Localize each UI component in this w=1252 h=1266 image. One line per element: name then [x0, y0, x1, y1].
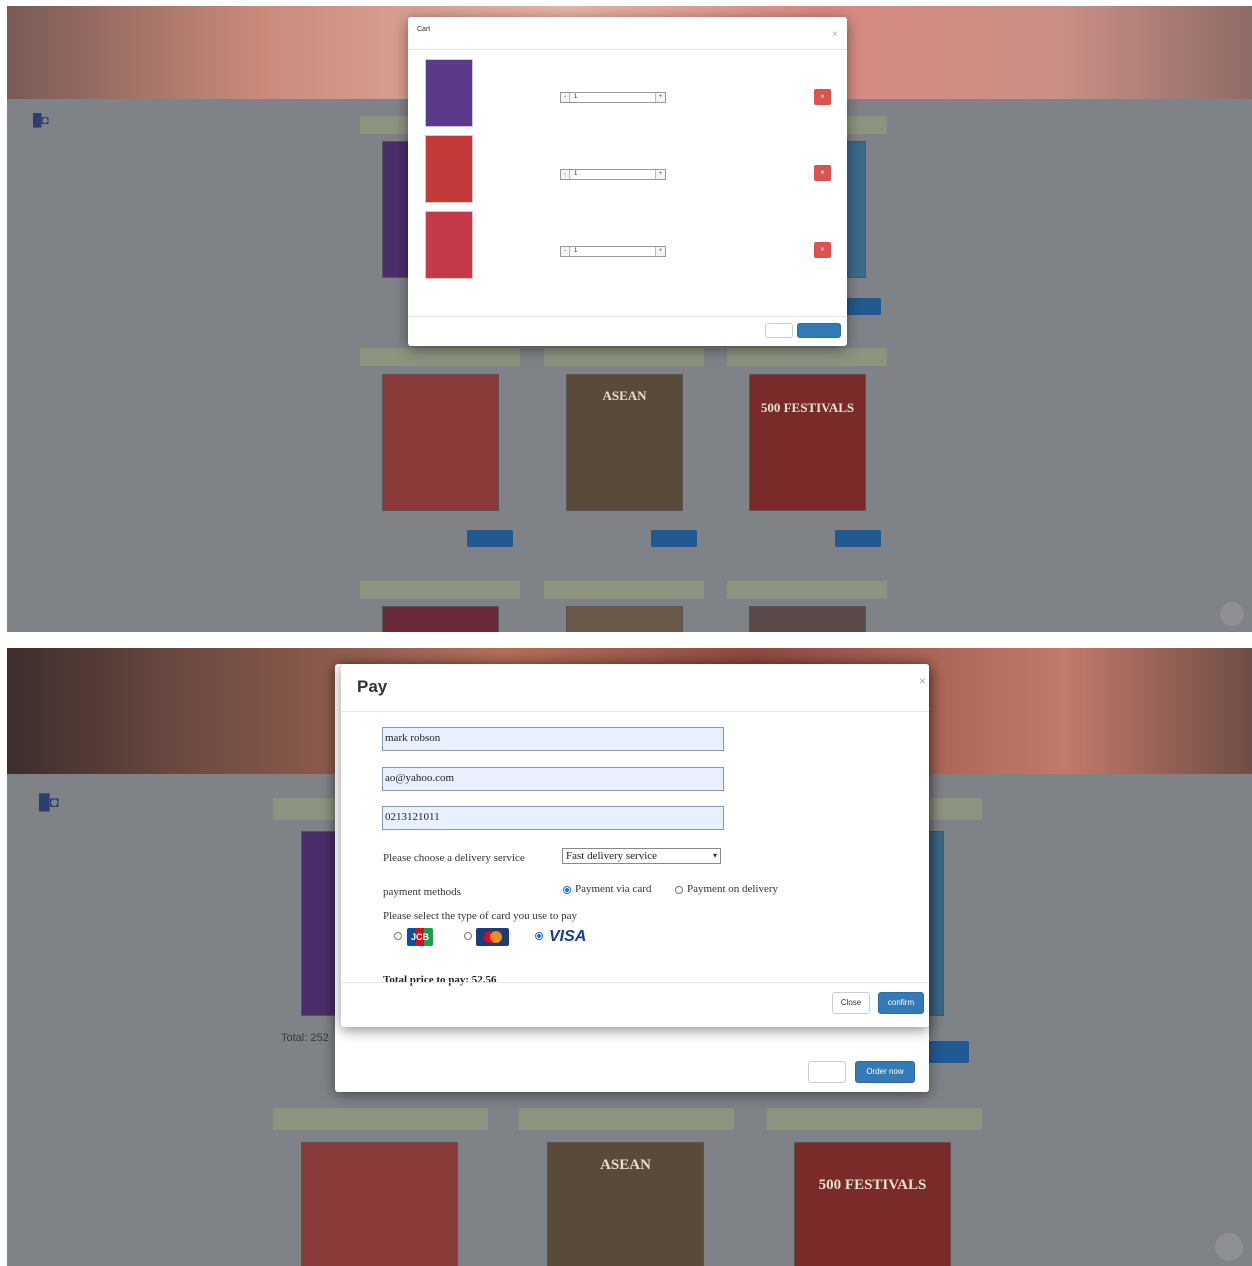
add-to-cart-button[interactable]	[923, 1041, 969, 1063]
card-mastercard-radio[interactable]	[464, 932, 472, 940]
product-cover-image[interactable]: 500 FESTIVALS	[749, 374, 866, 511]
add-to-cart-button[interactable]	[651, 530, 697, 547]
increment-button[interactable]: +	[656, 247, 665, 256]
close-button[interactable]: Close	[832, 992, 870, 1014]
card-jcb-radio[interactable]	[394, 932, 402, 940]
name-field[interactable]: mark robson	[382, 727, 724, 751]
confirm-button[interactable]: confirm	[878, 992, 924, 1014]
product-cover-image[interactable]	[566, 606, 683, 632]
card-type-label: Please select the type of card you use t…	[383, 910, 577, 922]
product-cover-image[interactable]	[749, 606, 866, 632]
order-now-button[interactable]	[797, 323, 841, 338]
delivery-service-label: Please choose a delivery service	[383, 852, 525, 864]
payment-methods-label: payment methods	[383, 886, 461, 898]
cover-title: ASEAN	[602, 388, 647, 403]
close-button[interactable]	[765, 323, 793, 338]
phone-field[interactable]: 0213121011	[382, 806, 724, 830]
decrement-button[interactable]: -	[561, 170, 570, 179]
remove-item-button[interactable]: ×	[814, 242, 831, 258]
product-card-header	[544, 348, 704, 366]
scroll-to-top-button[interactable]	[1215, 1233, 1243, 1261]
product-card-header	[727, 348, 887, 366]
delivery-service-select[interactable]: Fast delivery service ▾	[562, 848, 721, 864]
chevron-down-icon: ▾	[712, 851, 717, 860]
scroll-to-top-button[interactable]	[1220, 602, 1244, 626]
modal-divider	[408, 49, 847, 50]
cart-screenshot-panel: █◘ ASEAN 500 FESTIVALS Cart × - 1 + × - …	[7, 6, 1252, 632]
close-button[interactable]	[808, 1061, 846, 1083]
payment-via-card-radio[interactable]	[563, 886, 571, 894]
product-card-header	[360, 348, 520, 366]
pay-modal-title: Pay	[357, 677, 388, 696]
cover-title: ASEAN	[600, 1157, 651, 1173]
cart-item-thumbnail	[425, 211, 473, 279]
cart-modal: Cart × - 1 + × - 1 + × - 1 + ×	[408, 17, 847, 346]
product-cover-image[interactable]	[382, 606, 499, 632]
product-card-header	[519, 1108, 734, 1130]
decrement-button[interactable]: -	[561, 93, 570, 102]
product-cover-image[interactable]	[301, 1142, 458, 1266]
cart-item-thumbnail	[425, 135, 473, 203]
add-to-cart-button[interactable]	[835, 530, 881, 547]
visa-card-icon[interactable]: VISA	[549, 928, 599, 946]
remove-item-button[interactable]: ×	[814, 165, 831, 181]
pay-modal: Pay × mark robson ao@yahoo.com 021312101…	[341, 664, 929, 1027]
cover-title: 500 FESTIVALS	[760, 400, 855, 415]
payment-on-delivery-label[interactable]: Payment on delivery	[687, 883, 778, 895]
product-card-header	[767, 1108, 982, 1130]
jcb-card-icon[interactable]: JCB	[407, 928, 433, 946]
site-logo[interactable]: █◘	[39, 794, 59, 811]
quantity-stepper[interactable]: - 1 +	[560, 92, 666, 103]
quantity-input[interactable]: 1	[572, 247, 656, 256]
quantity-input[interactable]: 1	[572, 93, 656, 102]
quantity-stepper[interactable]: - 1 +	[560, 246, 666, 257]
product-price: Total: 252	[281, 1032, 329, 1044]
modal-divider	[341, 982, 929, 983]
card-visa-radio[interactable]	[535, 932, 543, 940]
payment-via-card-label[interactable]: Payment via card	[575, 883, 651, 895]
delivery-service-selected: Fast delivery service	[566, 850, 658, 862]
increment-button[interactable]: +	[656, 170, 665, 179]
product-cover-image[interactable]: ASEAN	[566, 374, 683, 511]
close-icon[interactable]: ×	[919, 674, 926, 688]
modal-divider	[341, 711, 929, 712]
payment-screenshot-panel: █◘ Total: 252 ASEAN 500 FESTIVALS Order …	[7, 648, 1252, 1266]
quantity-input[interactable]: 1	[572, 170, 656, 179]
cart-item-thumbnail	[425, 59, 473, 127]
payment-on-delivery-radio[interactable]	[675, 886, 683, 894]
modal-divider	[408, 316, 847, 317]
close-icon[interactable]: ×	[832, 29, 838, 40]
decrement-button[interactable]: -	[561, 247, 570, 256]
product-cover-image[interactable]: ASEAN	[547, 1142, 704, 1266]
site-logo[interactable]: █◘	[33, 113, 49, 127]
product-cover-image[interactable]: 500 FESTIVALS	[794, 1142, 951, 1266]
cover-title: 500 FESTIVALS	[818, 1177, 927, 1193]
mastercard-card-icon[interactable]	[476, 928, 509, 946]
total-price-to-pay: Total price to pay: 52.56	[383, 974, 497, 986]
quantity-stepper[interactable]: - 1 +	[560, 169, 666, 180]
product-card-header	[544, 581, 704, 599]
cart-modal-title: Cart	[417, 26, 431, 33]
order-now-button[interactable]: Order now	[855, 1061, 915, 1083]
product-card-header	[727, 581, 887, 599]
mastercard-orange-circle	[490, 931, 502, 943]
increment-button[interactable]: +	[656, 93, 665, 102]
product-card-header	[273, 1108, 488, 1130]
email-field[interactable]: ao@yahoo.com	[382, 767, 724, 791]
remove-item-button[interactable]: ×	[814, 89, 831, 105]
add-to-cart-button[interactable]	[467, 530, 513, 547]
product-card-header	[360, 581, 520, 599]
product-cover-image[interactable]	[382, 374, 499, 511]
